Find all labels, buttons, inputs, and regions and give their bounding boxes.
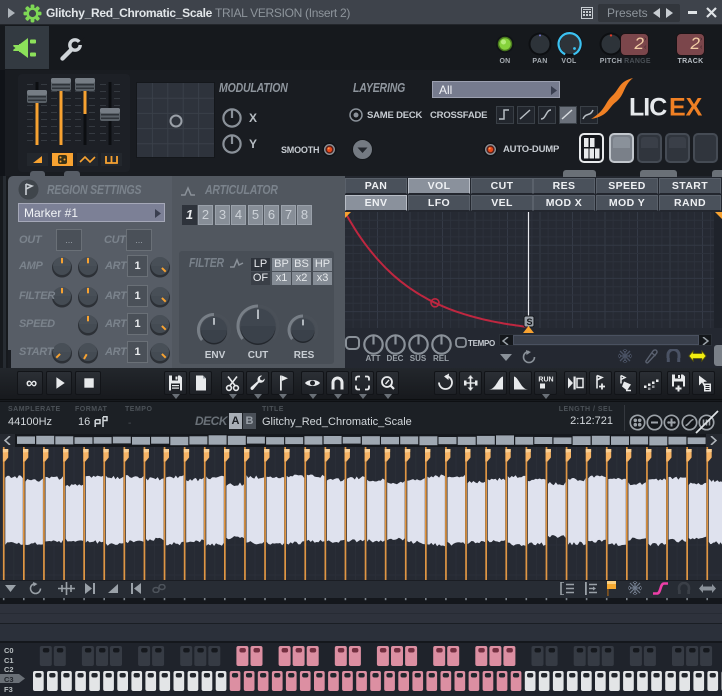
svg-text:∞: ∞ bbox=[26, 375, 37, 392]
svg-text:RUN: RUN bbox=[538, 377, 553, 384]
